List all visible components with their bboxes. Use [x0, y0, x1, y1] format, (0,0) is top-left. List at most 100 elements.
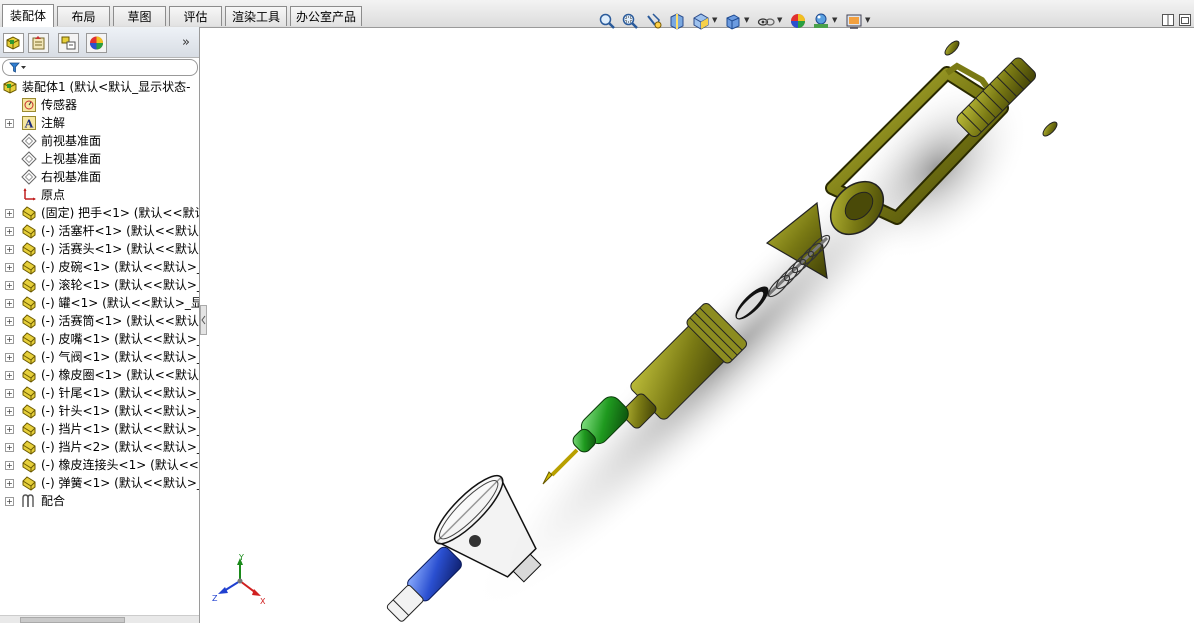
part-icon [22, 350, 36, 365]
tree-part-label: (-) 皮碗<1> (默认<<默认>_显 [41, 260, 199, 274]
tree-part-label: (-) 挡片<1> (默认<<默认>_显 [41, 422, 199, 436]
tree-item-sensors[interactable]: 传感器 [0, 96, 199, 114]
scrollbar-thumb[interactable] [20, 617, 125, 623]
expand-icon[interactable]: + [5, 263, 14, 272]
tab-layout[interactable]: 布局 [57, 6, 110, 26]
expand-icon[interactable]: + [5, 335, 14, 344]
part-icon [22, 296, 36, 311]
tree-part-row[interactable]: + (-) 滚轮<1> (默认<<默认>_显 [0, 276, 199, 294]
expand-icon[interactable]: + [5, 299, 14, 308]
coordinate-triad: Y X Z [212, 553, 266, 605]
tree-part-label: (-) 气阀<1> (默认<<默认>_显 [41, 350, 199, 364]
part-icon [22, 278, 36, 293]
tab-render-tools[interactable]: 渲染工具 [225, 6, 287, 26]
chevron-down-icon[interactable]: ▼ [777, 16, 782, 24]
part-icon [22, 458, 36, 473]
tree-part-row[interactable]: + (-) 气阀<1> (默认<<默认>_显 [0, 348, 199, 366]
part-icon [22, 422, 36, 437]
expand-icon[interactable]: + [5, 371, 14, 380]
expand-icon[interactable]: + [5, 461, 14, 470]
display-manager-tab[interactable] [86, 33, 107, 53]
tree-part-row[interactable]: + (-) 皮嘴<1> (默认<<默认>_显 [0, 330, 199, 348]
tab-office-products[interactable]: 办公室产品 [290, 6, 362, 26]
tree-part-row[interactable]: + (-) 挡片<1> (默认<<默认>_显 [0, 420, 199, 438]
assembly-icon [3, 80, 17, 94]
triad-x-label: X [260, 597, 266, 605]
graphics-viewport[interactable] [207, 28, 1194, 623]
tree-part-label: (固定) 把手<1> (默认<<默认 [41, 206, 199, 220]
tree-part-row[interactable]: + (-) 橡皮圈<1> (默认<<默认> [0, 366, 199, 384]
display-manager-icon [90, 36, 103, 50]
tree-part-row[interactable]: + (-) 活赛筒<1> (默认<<默认> [0, 312, 199, 330]
part-icon [22, 260, 36, 275]
feature-tree-filter[interactable] [2, 59, 198, 76]
expand-icon[interactable]: + [5, 245, 14, 254]
property-manager-icon [32, 36, 45, 50]
horizontal-scrollbar[interactable] [0, 615, 199, 623]
expand-icon[interactable]: + [5, 281, 14, 290]
tree-part-row[interactable]: + (-) 挡片<2> (默认<<默认>_显 [0, 438, 199, 456]
part-icon [22, 368, 36, 383]
tree-item-mates[interactable]: + 配合 [0, 492, 199, 510]
tree-root-assembly[interactable]: 装配体1 (默认<默认_显示状态- [0, 78, 199, 96]
expand-icon[interactable]: + [5, 353, 14, 362]
tile-icon[interactable] [1162, 14, 1174, 26]
tree-part-row[interactable]: + (-) 皮碗<1> (默认<<默认>_显 [0, 258, 199, 276]
property-manager-tab[interactable] [28, 33, 49, 53]
tree-part-label: (-) 橡皮圈<1> (默认<<默认> [41, 368, 199, 382]
expand-icon[interactable]: + [5, 389, 14, 398]
tree-item-label: 配合 [41, 494, 66, 508]
part-icon [22, 206, 36, 221]
tree-part-row[interactable]: + (-) 针尾<1> (默认<<默认>_显 [0, 384, 199, 402]
maximize-icon[interactable] [1179, 14, 1191, 26]
funnel-icon [9, 62, 26, 73]
tree-part-row[interactable]: + (-) 橡皮连接头<1> (默认<<默 [0, 456, 199, 474]
feature-manager-icon [6, 36, 20, 50]
tree-item-right-plane[interactable]: 右视基准面 [0, 168, 199, 186]
tree-part-row[interactable]: + (-) 弹簧<1> (默认<<默认>_显 [0, 474, 199, 492]
tree-item-top-plane[interactable]: 上视基准面 [0, 150, 199, 168]
tree-item-origin[interactable]: 原点 [0, 186, 199, 204]
chevron-down-icon[interactable]: ▼ [865, 16, 870, 24]
panel-tab-strip: » [0, 27, 199, 58]
tree-part-label: (-) 弹簧<1> (默认<<默认>_显 [41, 476, 199, 490]
chevron-down-icon[interactable]: ▼ [744, 16, 749, 24]
expand-icon[interactable]: + [5, 497, 14, 506]
tree-part-row[interactable]: + (固定) 把手<1> (默认<<默认 [0, 204, 199, 222]
panel-more-button[interactable]: » [182, 35, 190, 50]
tree-part-label: (-) 活赛头<1> (默认<<默认> [41, 242, 199, 256]
configuration-manager-icon [61, 36, 76, 50]
tree-item-label: 右视基准面 [41, 170, 102, 184]
part-icon [22, 314, 36, 329]
expand-icon[interactable]: + [5, 425, 14, 434]
tree-item-front-plane[interactable]: 前视基准面 [0, 132, 199, 150]
tree-part-row[interactable]: + (-) 罐<1> (默认<<默认>_显示 [0, 294, 199, 312]
tree-part-row[interactable]: + (-) 活塞杆<1> (默认<<默认> [0, 222, 199, 240]
expand-icon[interactable]: + [5, 407, 14, 416]
tree-item-annotations[interactable]: + A 注解 [0, 114, 199, 132]
expand-icon[interactable]: + [5, 443, 14, 452]
tree-item-label: 上视基准面 [41, 152, 102, 166]
expand-icon[interactable]: + [5, 479, 14, 488]
triad-y-label: Y [238, 553, 244, 562]
part-icon [22, 224, 36, 239]
expand-icon[interactable]: + [5, 227, 14, 236]
chevron-down-icon[interactable]: ▼ [832, 16, 837, 24]
feature-manager-tab[interactable] [3, 33, 24, 53]
chevron-down-icon[interactable]: ▼ [712, 16, 717, 24]
tree-part-row[interactable]: + (-) 针头<1> (默认<<默认>_显 [0, 402, 199, 420]
rubber-connector-part[interactable] [384, 545, 464, 623]
tab-evaluate[interactable]: 评估 [169, 6, 222, 26]
tree-part-label: (-) 橡皮连接头<1> (默认<<默 [41, 458, 199, 472]
tree-part-label: (-) 罐<1> (默认<<默认>_显示 [41, 296, 199, 310]
expand-icon[interactable]: + [5, 317, 14, 326]
tab-sketch[interactable]: 草图 [113, 6, 166, 26]
tree-part-row[interactable]: + (-) 活赛头<1> (默认<<默认> [0, 240, 199, 258]
panel-splitter[interactable] [200, 305, 207, 335]
tree-item-label: 注解 [41, 116, 66, 130]
expand-icon[interactable]: + [5, 209, 14, 218]
expand-icon[interactable]: + [5, 119, 14, 128]
tab-assembly[interactable]: 装配体 [2, 4, 54, 27]
origin-icon [23, 188, 36, 201]
configuration-manager-tab[interactable] [58, 33, 79, 53]
